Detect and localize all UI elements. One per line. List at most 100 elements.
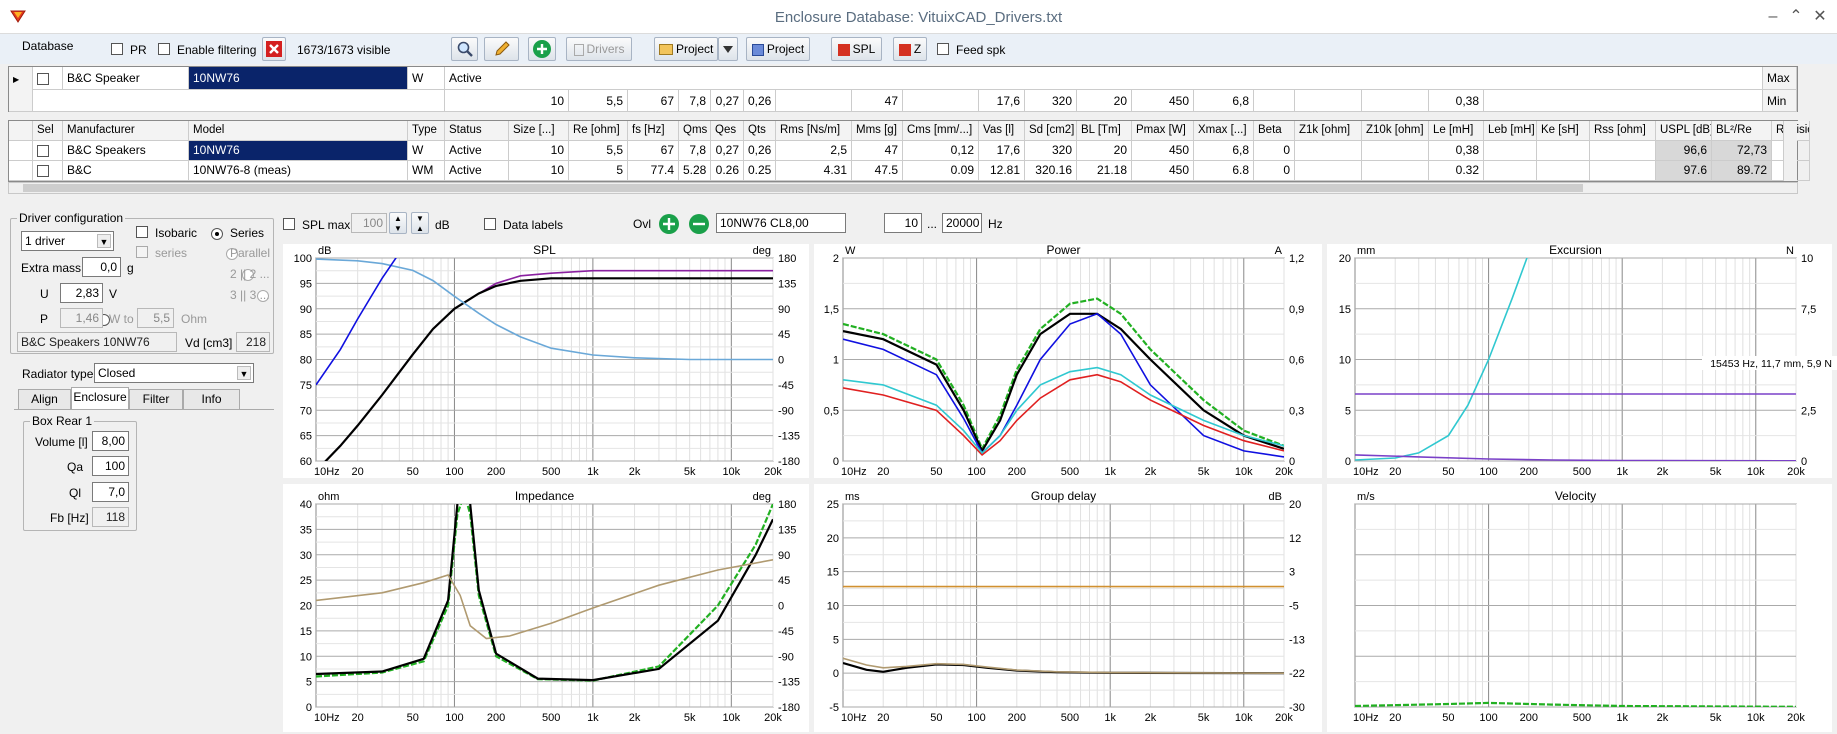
y2-tick-label: 45 <box>778 329 790 341</box>
x-tick-label: 500 <box>542 712 560 724</box>
y-tick-label: 2 <box>833 253 839 265</box>
y-tick-label: 1,5 <box>824 304 839 316</box>
y-tick-label: 90 <box>300 304 312 316</box>
x-tick-label: 5k <box>1710 466 1722 478</box>
chart-title: Group delay <box>1031 489 1096 503</box>
x-tick-label: 1k <box>587 712 599 724</box>
x-tick-label: 200 <box>1520 712 1538 724</box>
x-tick-label: 1k <box>1104 712 1116 724</box>
y-tick-label: 5 <box>1345 405 1351 417</box>
y-tick-label: 95 <box>300 278 312 290</box>
x-tick-label: 500 <box>1573 466 1591 478</box>
x-tick-label: 2k <box>629 712 641 724</box>
x-tick-label: 50 <box>407 466 419 478</box>
x-tick-label: 5k <box>1198 712 1210 724</box>
x-tick-label: 100 <box>445 712 463 724</box>
chart-excursion: 10Hz 20 50 100 200 500 1k 2k 5k 10k 20k20151050107… <box>1327 243 1837 478</box>
x-tick-label: 100 <box>1479 712 1497 724</box>
x-tick-label: 5k <box>1710 712 1722 724</box>
x-tick-label: 20 <box>877 466 889 478</box>
y-axis-label: dB <box>318 245 331 257</box>
x-tick-label: 100 <box>967 712 985 724</box>
x-tick-label: 10Hz <box>314 712 340 724</box>
y2-tick-label: 0,9 <box>1289 304 1304 316</box>
x-tick-label: 500 <box>1061 466 1079 478</box>
x-tick-label: 500 <box>1061 712 1079 724</box>
y2-tick-label: 90 <box>778 550 790 562</box>
y2-tick-label: 180 <box>778 499 796 511</box>
x-tick-label: 20 <box>1389 466 1401 478</box>
y2-tick-label: 0 <box>778 355 784 367</box>
x-tick-label: 5k <box>1198 466 1210 478</box>
y2-axis-label: deg <box>753 245 771 257</box>
charts-area: 10Hz 20 50 100 200 500 1k 2k 5k 10k 20k10095908580… <box>283 243 1837 732</box>
y-tick-label: 35 <box>300 524 312 536</box>
x-tick-label: 500 <box>542 466 560 478</box>
y2-tick-label: 1,2 <box>1289 253 1304 265</box>
y2-axis-label: deg <box>753 491 771 503</box>
x-tick-label: 200 <box>1008 466 1026 478</box>
y-axis-label: mm <box>1357 245 1375 257</box>
y2-tick-label: -30 <box>1289 702 1305 714</box>
y2-tick-label: -45 <box>778 380 794 392</box>
y-axis-label: W <box>845 245 856 257</box>
y2-axis-label: dB <box>1269 491 1282 503</box>
chart-spl: 10Hz 20 50 100 200 500 1k 2k 5k 10k 20k10095908580… <box>283 243 809 478</box>
y-axis-label: ohm <box>318 491 339 503</box>
y-tick-label: 60 <box>300 456 312 468</box>
x-tick-label: 50 <box>1442 712 1454 724</box>
y2-tick-label: -135 <box>778 677 800 689</box>
chart-velocity: 10Hz 20 50 100 200 500 1k 2k 5k 10k 20k Velocity m/s <box>1327 484 1832 732</box>
x-tick-label: 2k <box>1657 466 1669 478</box>
y2-tick-label: 180 <box>778 253 796 265</box>
y2-tick-label: -45 <box>778 626 794 638</box>
x-tick-label: 10Hz <box>314 466 340 478</box>
y-axis-label: ms <box>845 491 860 503</box>
x-tick-label: 1k <box>1616 466 1628 478</box>
y-tick-label: 15 <box>300 626 312 638</box>
x-tick-label: 50 <box>930 712 942 724</box>
x-tick-label: 5k <box>684 712 696 724</box>
x-tick-label: 200 <box>487 466 505 478</box>
x-tick-label: 100 <box>1479 466 1497 478</box>
y2-tick-label: -180 <box>778 702 800 714</box>
y2-tick-label: -90 <box>778 651 794 663</box>
y2-tick-label: 10 <box>1801 253 1813 265</box>
x-tick-label: 10k <box>1747 712 1765 724</box>
chart-title: Excursion <box>1549 243 1602 257</box>
y-tick-label: 10 <box>1339 355 1351 367</box>
y-tick-label: 80 <box>300 355 312 367</box>
y-tick-label: 0 <box>1345 456 1351 468</box>
x-tick-label: 1k <box>587 466 599 478</box>
x-tick-label: 10Hz <box>1353 466 1379 478</box>
x-tick-label: 10k <box>722 466 740 478</box>
x-tick-label: 50 <box>1442 466 1454 478</box>
chart-power: 10Hz 20 50 100 200 500 1k 2k 5k 10k 20k21,510,501,… <box>814 243 1322 478</box>
chart-title: Impedance <box>515 489 575 503</box>
y2-tick-label: 2,5 <box>1801 405 1816 417</box>
y-tick-label: 20 <box>1339 253 1351 265</box>
x-tick-label: 2k <box>1145 466 1157 478</box>
chart-title: Power <box>1046 243 1080 257</box>
x-tick-label: 10k <box>722 712 740 724</box>
x-tick-label: 2k <box>1657 712 1669 724</box>
x-tick-label: 200 <box>487 712 505 724</box>
chart-group-delay: 10Hz 20 50 100 200 500 1k 2k 5k 10k 20k2520151050-… <box>814 484 1322 732</box>
y-tick-label: 15 <box>1339 304 1351 316</box>
y2-tick-label: 3 <box>1289 567 1295 579</box>
chart-title: SPL <box>533 243 556 257</box>
y-tick-label: 20 <box>827 533 839 545</box>
x-tick-label: 10k <box>1747 466 1765 478</box>
x-tick-label: 20 <box>352 466 364 478</box>
y-tick-label: 30 <box>300 550 312 562</box>
y2-tick-label: -13 <box>1289 634 1305 646</box>
chart-background <box>814 244 1322 478</box>
y2-tick-label: 90 <box>778 304 790 316</box>
y-axis-label: m/s <box>1357 491 1375 503</box>
y2-tick-label: -90 <box>778 405 794 417</box>
y2-tick-label: 7,5 <box>1801 304 1816 316</box>
x-tick-label: 100 <box>967 466 985 478</box>
y2-tick-label: 20 <box>1289 499 1301 511</box>
y2-tick-label: -180 <box>778 456 800 468</box>
y2-tick-label: 0,3 <box>1289 405 1304 417</box>
